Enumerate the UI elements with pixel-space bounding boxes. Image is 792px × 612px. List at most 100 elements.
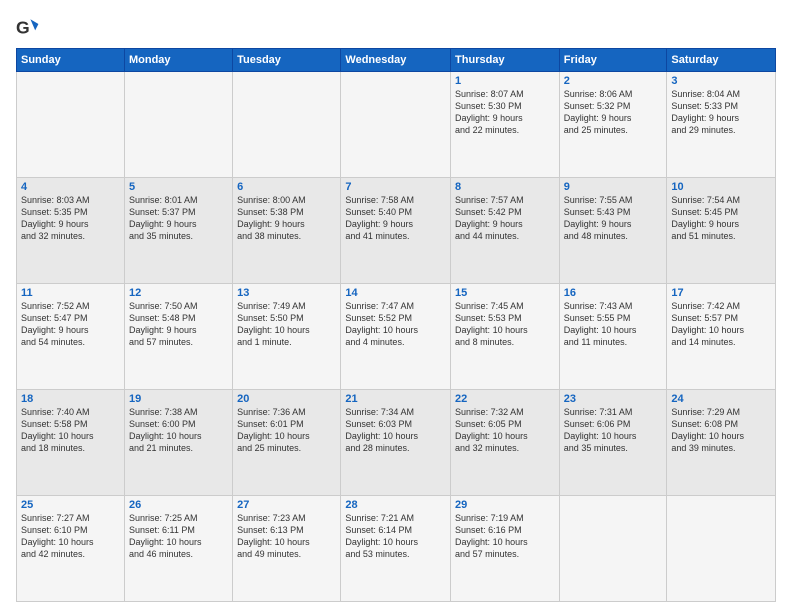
day-content: Sunrise: 8:01 AM Sunset: 5:37 PM Dayligh…: [129, 194, 228, 243]
calendar-cell: 26Sunrise: 7:25 AM Sunset: 6:11 PM Dayli…: [124, 496, 232, 602]
day-number: 29: [455, 499, 555, 511]
day-number: 25: [21, 499, 120, 511]
day-number: 9: [564, 181, 663, 193]
weekday-header-saturday: Saturday: [667, 49, 776, 72]
day-content: Sunrise: 7:21 AM Sunset: 6:14 PM Dayligh…: [345, 512, 446, 561]
page: G SundayMondayTuesdayWednesdayThursdayFr…: [0, 0, 792, 612]
calendar-week-2: 11Sunrise: 7:52 AM Sunset: 5:47 PM Dayli…: [17, 284, 776, 390]
day-content: Sunrise: 7:52 AM Sunset: 5:47 PM Dayligh…: [21, 300, 120, 349]
day-number: 3: [671, 75, 771, 87]
day-number: 19: [129, 393, 228, 405]
day-content: Sunrise: 7:43 AM Sunset: 5:55 PM Dayligh…: [564, 300, 663, 349]
calendar-cell: 13Sunrise: 7:49 AM Sunset: 5:50 PM Dayli…: [233, 284, 341, 390]
calendar-cell: 29Sunrise: 7:19 AM Sunset: 6:16 PM Dayli…: [451, 496, 560, 602]
day-number: 8: [455, 181, 555, 193]
day-number: 5: [129, 181, 228, 193]
calendar-cell: 12Sunrise: 7:50 AM Sunset: 5:48 PM Dayli…: [124, 284, 232, 390]
calendar-week-1: 4Sunrise: 8:03 AM Sunset: 5:35 PM Daylig…: [17, 178, 776, 284]
weekday-header-tuesday: Tuesday: [233, 49, 341, 72]
day-number: 7: [345, 181, 446, 193]
weekday-header-sunday: Sunday: [17, 49, 125, 72]
calendar-cell: 14Sunrise: 7:47 AM Sunset: 5:52 PM Dayli…: [341, 284, 451, 390]
calendar-cell: 27Sunrise: 7:23 AM Sunset: 6:13 PM Dayli…: [233, 496, 341, 602]
calendar-cell: 16Sunrise: 7:43 AM Sunset: 5:55 PM Dayli…: [559, 284, 667, 390]
weekday-header-thursday: Thursday: [451, 49, 560, 72]
day-number: 15: [455, 287, 555, 299]
calendar-cell: [17, 72, 125, 178]
calendar-cell: 21Sunrise: 7:34 AM Sunset: 6:03 PM Dayli…: [341, 390, 451, 496]
day-content: Sunrise: 7:54 AM Sunset: 5:45 PM Dayligh…: [671, 194, 771, 243]
day-content: Sunrise: 7:50 AM Sunset: 5:48 PM Dayligh…: [129, 300, 228, 349]
day-number: 24: [671, 393, 771, 405]
day-number: 22: [455, 393, 555, 405]
day-number: 17: [671, 287, 771, 299]
calendar-cell: 5Sunrise: 8:01 AM Sunset: 5:37 PM Daylig…: [124, 178, 232, 284]
day-number: 23: [564, 393, 663, 405]
day-number: 10: [671, 181, 771, 193]
day-content: Sunrise: 7:23 AM Sunset: 6:13 PM Dayligh…: [237, 512, 336, 561]
day-content: Sunrise: 8:00 AM Sunset: 5:38 PM Dayligh…: [237, 194, 336, 243]
day-number: 18: [21, 393, 120, 405]
logo-icon: G: [16, 16, 40, 40]
calendar-cell: 3Sunrise: 8:04 AM Sunset: 5:33 PM Daylig…: [667, 72, 776, 178]
day-content: Sunrise: 7:47 AM Sunset: 5:52 PM Dayligh…: [345, 300, 446, 349]
day-content: Sunrise: 7:34 AM Sunset: 6:03 PM Dayligh…: [345, 406, 446, 455]
calendar-week-3: 18Sunrise: 7:40 AM Sunset: 5:58 PM Dayli…: [17, 390, 776, 496]
day-content: Sunrise: 7:36 AM Sunset: 6:01 PM Dayligh…: [237, 406, 336, 455]
calendar-table: SundayMondayTuesdayWednesdayThursdayFrid…: [16, 48, 776, 602]
calendar-cell: 2Sunrise: 8:06 AM Sunset: 5:32 PM Daylig…: [559, 72, 667, 178]
weekday-header-wednesday: Wednesday: [341, 49, 451, 72]
weekday-header-monday: Monday: [124, 49, 232, 72]
calendar-cell: 19Sunrise: 7:38 AM Sunset: 6:00 PM Dayli…: [124, 390, 232, 496]
day-number: 20: [237, 393, 336, 405]
calendar-cell: 23Sunrise: 7:31 AM Sunset: 6:06 PM Dayli…: [559, 390, 667, 496]
calendar-cell: [233, 72, 341, 178]
day-content: Sunrise: 7:19 AM Sunset: 6:16 PM Dayligh…: [455, 512, 555, 561]
calendar-cell: [559, 496, 667, 602]
day-content: Sunrise: 8:04 AM Sunset: 5:33 PM Dayligh…: [671, 88, 771, 137]
day-content: Sunrise: 7:45 AM Sunset: 5:53 PM Dayligh…: [455, 300, 555, 349]
day-content: Sunrise: 7:58 AM Sunset: 5:40 PM Dayligh…: [345, 194, 446, 243]
day-content: Sunrise: 7:29 AM Sunset: 6:08 PM Dayligh…: [671, 406, 771, 455]
weekday-header-friday: Friday: [559, 49, 667, 72]
calendar-cell: 11Sunrise: 7:52 AM Sunset: 5:47 PM Dayli…: [17, 284, 125, 390]
calendar-cell: 7Sunrise: 7:58 AM Sunset: 5:40 PM Daylig…: [341, 178, 451, 284]
calendar-cell: 25Sunrise: 7:27 AM Sunset: 6:10 PM Dayli…: [17, 496, 125, 602]
calendar-cell: 20Sunrise: 7:36 AM Sunset: 6:01 PM Dayli…: [233, 390, 341, 496]
calendar-cell: [667, 496, 776, 602]
calendar-cell: 8Sunrise: 7:57 AM Sunset: 5:42 PM Daylig…: [451, 178, 560, 284]
day-content: Sunrise: 7:40 AM Sunset: 5:58 PM Dayligh…: [21, 406, 120, 455]
calendar-week-0: 1Sunrise: 8:07 AM Sunset: 5:30 PM Daylig…: [17, 72, 776, 178]
calendar-cell: 1Sunrise: 8:07 AM Sunset: 5:30 PM Daylig…: [451, 72, 560, 178]
day-number: 13: [237, 287, 336, 299]
calendar-cell: 15Sunrise: 7:45 AM Sunset: 5:53 PM Dayli…: [451, 284, 560, 390]
day-number: 12: [129, 287, 228, 299]
day-content: Sunrise: 7:49 AM Sunset: 5:50 PM Dayligh…: [237, 300, 336, 349]
calendar-cell: 9Sunrise: 7:55 AM Sunset: 5:43 PM Daylig…: [559, 178, 667, 284]
day-number: 28: [345, 499, 446, 511]
day-content: Sunrise: 7:32 AM Sunset: 6:05 PM Dayligh…: [455, 406, 555, 455]
day-content: Sunrise: 8:03 AM Sunset: 5:35 PM Dayligh…: [21, 194, 120, 243]
day-content: Sunrise: 8:06 AM Sunset: 5:32 PM Dayligh…: [564, 88, 663, 137]
day-number: 14: [345, 287, 446, 299]
calendar-cell: 4Sunrise: 8:03 AM Sunset: 5:35 PM Daylig…: [17, 178, 125, 284]
logo: G: [16, 16, 44, 40]
day-number: 11: [21, 287, 120, 299]
weekday-header-row: SundayMondayTuesdayWednesdayThursdayFrid…: [17, 49, 776, 72]
calendar-cell: 18Sunrise: 7:40 AM Sunset: 5:58 PM Dayli…: [17, 390, 125, 496]
day-content: Sunrise: 8:07 AM Sunset: 5:30 PM Dayligh…: [455, 88, 555, 137]
day-number: 4: [21, 181, 120, 193]
day-content: Sunrise: 7:25 AM Sunset: 6:11 PM Dayligh…: [129, 512, 228, 561]
calendar-cell: 28Sunrise: 7:21 AM Sunset: 6:14 PM Dayli…: [341, 496, 451, 602]
calendar-cell: 17Sunrise: 7:42 AM Sunset: 5:57 PM Dayli…: [667, 284, 776, 390]
day-content: Sunrise: 7:31 AM Sunset: 6:06 PM Dayligh…: [564, 406, 663, 455]
day-content: Sunrise: 7:27 AM Sunset: 6:10 PM Dayligh…: [21, 512, 120, 561]
calendar-cell: 10Sunrise: 7:54 AM Sunset: 5:45 PM Dayli…: [667, 178, 776, 284]
day-number: 2: [564, 75, 663, 87]
day-number: 26: [129, 499, 228, 511]
header: G: [16, 16, 776, 40]
day-number: 27: [237, 499, 336, 511]
day-number: 1: [455, 75, 555, 87]
day-content: Sunrise: 7:42 AM Sunset: 5:57 PM Dayligh…: [671, 300, 771, 349]
calendar-cell: 22Sunrise: 7:32 AM Sunset: 6:05 PM Dayli…: [451, 390, 560, 496]
